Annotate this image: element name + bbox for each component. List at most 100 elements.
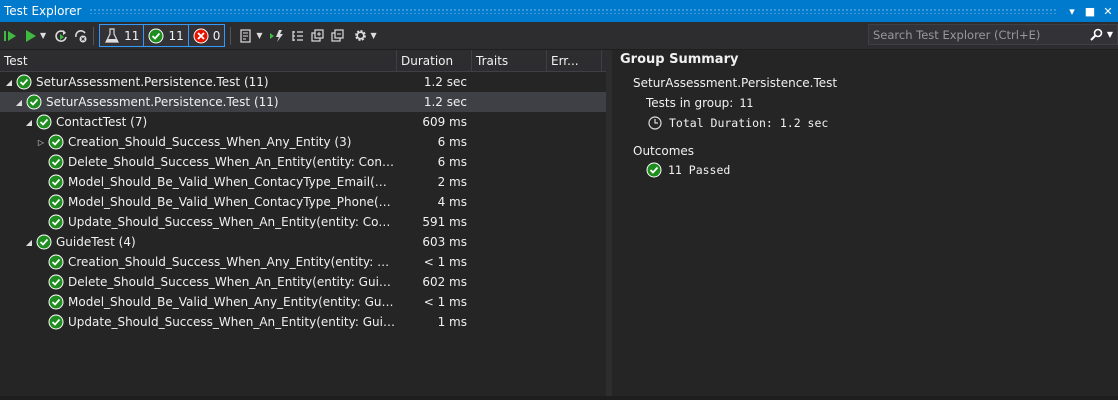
tests-in-group-label: Tests in group:: [646, 96, 734, 110]
toolbar-separator: [230, 26, 232, 45]
test-name: Model_Should_Be_Valid_When_ContacyType_E…: [68, 175, 396, 189]
column-traits[interactable]: Traits: [472, 49, 547, 72]
summary-pane: Group Summary SeturAssessment.Persistenc…: [612, 50, 1118, 396]
passed-tests-filter[interactable]: 11: [144, 24, 189, 47]
passed-check-icon: [16, 74, 32, 90]
toolbar-separator: [93, 26, 95, 45]
test-duration: < 1 ms: [423, 295, 467, 309]
test-tree-row[interactable]: ◢ ContactTest (7) 609 ms: [0, 112, 606, 132]
toolbar: ▼ 11 11 0 ▼ ▼ ▼: [0, 22, 1118, 49]
passed-check-icon: [48, 294, 64, 310]
run-all-icon[interactable]: [3, 25, 17, 47]
settings-dropdown-icon[interactable]: ▼: [371, 25, 377, 47]
test-name: Model_Should_Be_Valid_When_ContacyType_P…: [68, 195, 396, 209]
expanded-arrow-icon[interactable]: ◢: [24, 238, 34, 247]
test-tree-row[interactable]: ▷ Creation_Should_Success_When_Any_Entity…: [0, 132, 606, 152]
playlist-dropdown-icon[interactable]: ▼: [256, 25, 262, 47]
test-duration: < 1 ms: [423, 255, 467, 269]
close-icon[interactable]: ✕: [1100, 5, 1116, 18]
passed-outcome[interactable]: 11 Passed: [646, 162, 730, 178]
test-name: Update_Should_Success_When_An_Entity(ent…: [68, 315, 396, 329]
passed-check-icon: [48, 174, 64, 190]
test-tree-row[interactable]: Update_Should_Success_When_An_Entity(ent…: [0, 212, 606, 232]
test-name: Model_Should_Be_Valid_When_Any_Entity(en…: [68, 295, 396, 309]
test-duration: 4 ms: [437, 195, 467, 209]
group-by-icon[interactable]: [291, 25, 305, 47]
collapse-all-icon[interactable]: [330, 25, 345, 47]
passed-tests-count: 11: [168, 28, 184, 43]
test-duration: 1.2 sec: [423, 75, 467, 89]
column-error[interactable]: Err...: [547, 49, 602, 72]
test-name: Update_Should_Success_When_An_Entity(ent…: [68, 215, 396, 229]
test-tree-row[interactable]: Delete_Should_Success_When_An_Entity(ent…: [0, 152, 606, 172]
run-after-build-icon[interactable]: [269, 25, 285, 47]
window-title: Test Explorer: [4, 4, 82, 18]
test-tree-row[interactable]: ◢ SeturAssessment.Persistence.Test (11) 1.…: [0, 72, 606, 92]
passed-check-icon: [48, 314, 64, 330]
run-icon[interactable]: [25, 25, 37, 47]
test-duration: 6 ms: [437, 135, 467, 149]
cancel-run-icon[interactable]: [74, 25, 88, 47]
failed-tests-filter[interactable]: 0: [188, 24, 226, 47]
expanded-arrow-icon[interactable]: ◢: [4, 78, 14, 87]
total-duration-value: 1.2 sec: [779, 116, 829, 130]
total-tests-filter[interactable]: 11: [99, 24, 145, 47]
test-name: GuideTest (4): [56, 235, 136, 249]
test-name: SeturAssessment.Persistence.Test (11): [46, 95, 279, 109]
collapsed-arrow-icon[interactable]: ▷: [36, 138, 46, 147]
test-duration: 1.2 sec: [423, 95, 467, 109]
passed-check-icon: [148, 28, 164, 43]
passed-check-icon: [48, 134, 64, 150]
test-name: SeturAssessment.Persistence.Test (11): [36, 75, 269, 89]
test-duration: 6 ms: [437, 155, 467, 169]
title-bar: Test Explorer ▾ ■ ✕: [0, 0, 1118, 22]
passed-check-icon: [48, 274, 64, 290]
expanded-arrow-icon[interactable]: ◢: [14, 98, 24, 107]
flask-icon: [105, 27, 120, 43]
test-tree-row[interactable]: ◢ SeturAssessment.Persistence.Test (11) 1.…: [0, 92, 606, 112]
test-duration: 2 ms: [437, 175, 467, 189]
search-box: ▼: [868, 24, 1118, 45]
column-test[interactable]: Test: [0, 49, 397, 72]
passed-check-icon: [48, 194, 64, 210]
clock-icon: [648, 116, 662, 130]
tests-in-group-line: Tests in group: 11: [646, 96, 753, 110]
test-name: ContactTest (7): [56, 115, 148, 129]
column-duration[interactable]: Duration: [397, 49, 472, 72]
dropdown-icon[interactable]: ▾: [1064, 5, 1080, 18]
total-duration-line: Total Duration: 1.2 sec: [648, 116, 828, 130]
test-tree-row[interactable]: Model_Should_Be_Valid_When_ContacyType_E…: [0, 172, 606, 192]
repeat-run-icon[interactable]: [54, 25, 68, 47]
test-tree-row[interactable]: Delete_Should_Success_When_An_Entity(ent…: [0, 272, 606, 292]
test-duration: 609 ms: [422, 115, 467, 129]
failed-x-icon: [193, 28, 209, 43]
outcomes-label: Outcomes: [633, 144, 695, 158]
output-pane-edge: [0, 396, 1118, 400]
test-duration: 603 ms: [422, 235, 467, 249]
expand-all-icon[interactable]: [310, 25, 325, 47]
test-list-pane: Test Duration Traits Err... ◢ SeturAssess…: [0, 49, 606, 396]
failed-tests-count: 0: [212, 28, 221, 43]
passed-check-icon: [36, 234, 52, 250]
expanded-arrow-icon[interactable]: ◢: [24, 118, 34, 127]
search-input[interactable]: [869, 26, 1085, 43]
search-icon[interactable]: ▼: [1085, 28, 1117, 42]
test-tree-row[interactable]: Model_Should_Be_Valid_When_ContacyType_P…: [0, 192, 606, 212]
test-name: Creation_Should_Success_When_Any_Entity(…: [68, 255, 396, 269]
test-name: Delete_Should_Success_When_An_Entity(ent…: [68, 275, 396, 289]
test-tree-row[interactable]: ◢ GuideTest (4) 603 ms: [0, 232, 606, 252]
maximize-icon[interactable]: ■: [1082, 5, 1098, 18]
passed-check-icon: [26, 94, 42, 110]
total-tests-count: 11: [124, 28, 140, 43]
test-tree-row[interactable]: Update_Should_Success_When_An_Entity(ent…: [0, 312, 606, 332]
test-duration: 1 ms: [437, 315, 467, 329]
run-dropdown-icon[interactable]: ▼: [40, 25, 46, 47]
summary-group-name: SeturAssessment.Persistence.Test: [633, 76, 838, 90]
playlist-icon[interactable]: [239, 25, 253, 47]
test-tree: ◢ SeturAssessment.Persistence.Test (11) 1.…: [0, 72, 606, 332]
test-tree-row[interactable]: Creation_Should_Success_When_Any_Entity(…: [0, 252, 606, 272]
test-tree-row[interactable]: Model_Should_Be_Valid_When_Any_Entity(en…: [0, 292, 606, 312]
title-grip: [89, 8, 1056, 14]
total-duration-label: Total Duration:: [669, 116, 773, 130]
gear-icon[interactable]: [353, 25, 368, 47]
